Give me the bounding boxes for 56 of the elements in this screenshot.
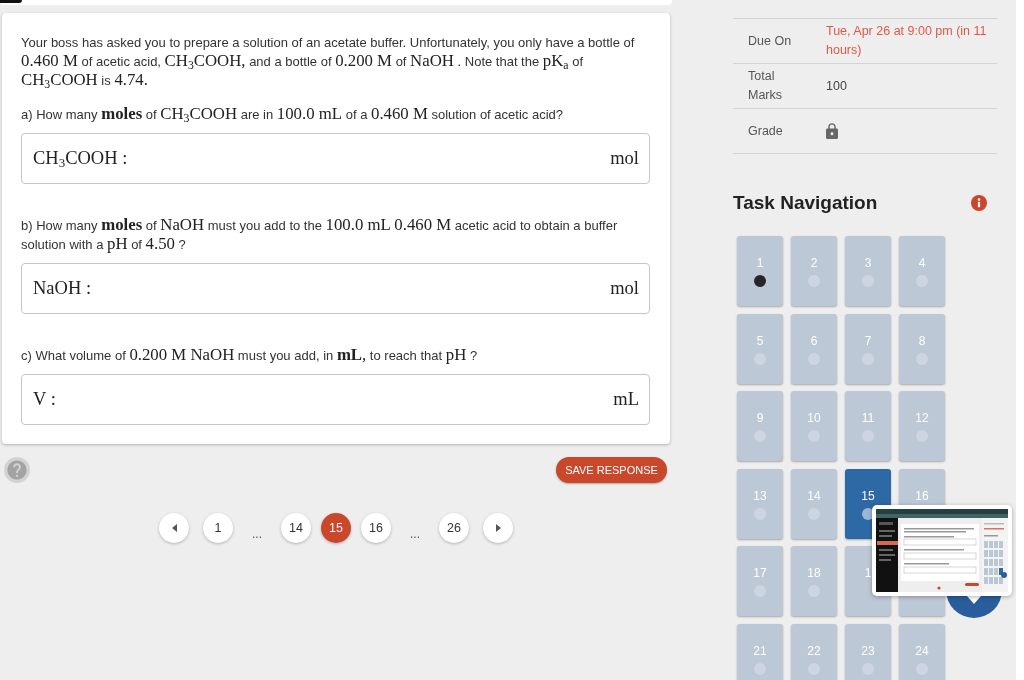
page-button[interactable]: 16 [361,513,391,543]
caret-left-icon [171,524,177,532]
unit-label: mol [610,149,639,168]
task-tile[interactable]: 1 [737,236,783,306]
answer-label: CH$_{3}$COOH : [33,149,128,168]
task-tile[interactable]: 12 [899,391,945,462]
task-tile[interactable]: 6 [791,313,837,384]
answer-field[interactable]: CH$_{3}$COOH : mol [21,133,650,184]
question-prompt: c) What volume of 0.200 M NaOH must you add, in mL, to reach that pH ? [21,346,479,365]
question-text: Your boss has asked you to prepare a solution of an acetate buffer. Unfortunately, you only have a bottle of 0.460 M of acetic acid, CH$_{3}$COOH, and a bottle of 0.200 M of NaOH . Note that the pK$_{a}$ of CH$_{3}$COOH is 4.74. [21,34,636,90]
dark-block [0,0,22,3]
page-button[interactable]: 15 [321,513,351,543]
detail-value: 100 [826,77,847,95]
section-title: Task Navigation [733,191,878,215]
task-tile[interactable]: 8 [899,313,945,384]
task-tile[interactable]: 24 [899,623,945,680]
task-tile[interactable]: 9 [737,391,783,462]
answer-field[interactable]: V : mL [21,374,650,425]
task-tile[interactable]: 7 [845,313,891,384]
unit-label: mol [610,279,639,298]
ellipsis-text: ... [251,526,263,543]
help-icon[interactable] [4,457,30,483]
task-tile[interactable]: 21 [737,623,783,680]
task-tile[interactable]: 23 [845,623,891,680]
task-tile[interactable]: 11 [845,391,891,462]
task-tile[interactable]: 17 [737,546,783,617]
page-button[interactable]: 1 [203,513,233,543]
answer-field[interactable]: NaOH : mol [21,263,650,314]
task-tile[interactable]: 10 [791,391,837,462]
task-tile[interactable]: 14 [791,468,837,539]
previous-page-button[interactable] [159,513,189,543]
task-tile[interactable]: 22 [791,623,837,680]
ellipsis-text: ... [409,526,421,543]
lock-icon [826,123,838,139]
task-tile[interactable]: 2 [791,236,837,306]
task-tile[interactable]: 5 [737,313,783,384]
page-button[interactable]: 14 [281,513,311,543]
page-button[interactable]: 26 [439,513,469,543]
unit-label: mL [613,390,639,409]
answer-label: V : [33,390,56,409]
info-icon[interactable] [971,195,987,211]
task-tile[interactable]: 4 [899,236,945,306]
due-date-text: Tue, Apr 26 at 9:00 pm (in 11 hours) [826,23,988,59]
question-prompt: b) How many moles of NaOH must you add to the 100.0 mL 0.460 M acetic acid to obtain a buffer solution with a pH of 4.50 ? [21,216,619,254]
question-prompt: a) How many moles of CH$_{3}$COOH are in 100.0 mL of a 0.460 M solution of acetic acid? [21,105,564,124]
answer-label: NaOH : [33,279,92,298]
detail-label: Total Marks [748,68,784,104]
detail-label: Grade [748,123,783,140]
task-tile[interactable]: 13 [737,468,783,539]
task-tile[interactable]: 18 [791,546,837,617]
next-page-button[interactable] [483,513,513,543]
task-tile[interactable]: 3 [845,236,891,306]
save-response-button[interactable]: SAVE RESPONSE [556,457,667,483]
caret-right-icon [495,524,501,532]
detail-label: Due On [748,33,792,50]
screenshot-preview-toast[interactable] [872,505,1012,596]
